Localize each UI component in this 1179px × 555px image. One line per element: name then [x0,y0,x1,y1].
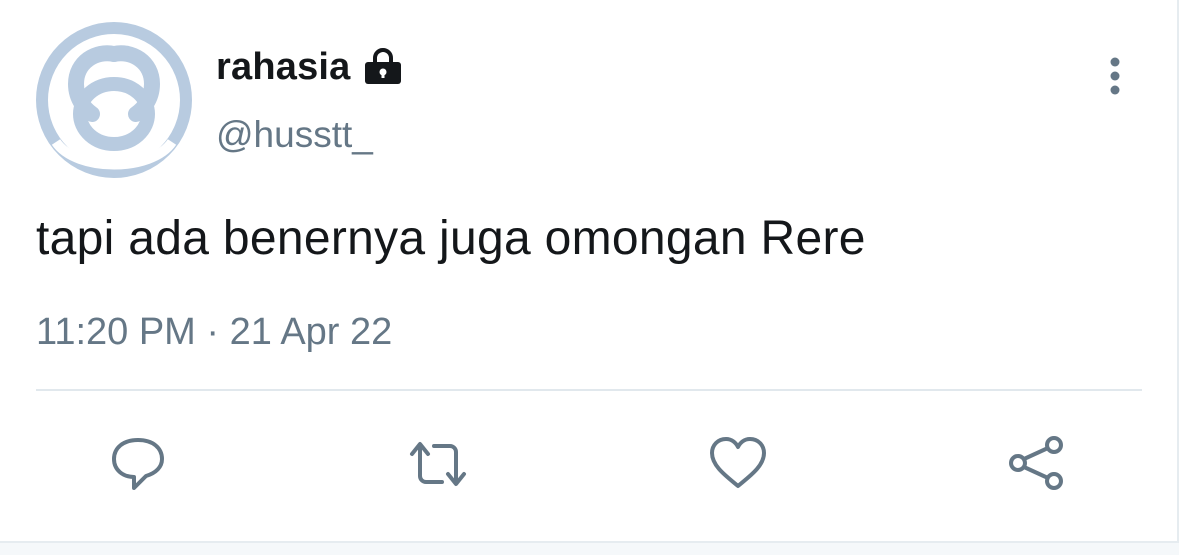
avatar[interactable] [36,22,192,178]
more-vertical-icon[interactable] [1096,52,1134,100]
user-handle[interactable]: @husstt_ [216,112,373,158]
tweet-timestamp[interactable]: 11:20 PM · 21 Apr 22 [36,308,392,356]
heart-icon [710,437,766,488]
card-bottom-border [0,541,1179,555]
tweet-card: rahasia @husstt_ tapi ada benernya juga … [0,0,1179,555]
display-name-row[interactable]: rahasia [216,44,405,90]
default-avatar-icon [36,22,192,178]
reply-icon [112,438,164,490]
retweet-button[interactable] [406,432,470,496]
share-button[interactable] [1004,432,1068,496]
lock-icon [361,45,405,89]
reply-button[interactable] [106,432,170,496]
retweet-icon [410,442,466,486]
share-icon [1009,436,1063,490]
like-button[interactable] [706,432,770,496]
divider [36,389,1142,391]
tweet-text: tapi ada benernya juga omongan Rere [36,212,866,265]
display-name[interactable]: rahasia [216,44,351,90]
